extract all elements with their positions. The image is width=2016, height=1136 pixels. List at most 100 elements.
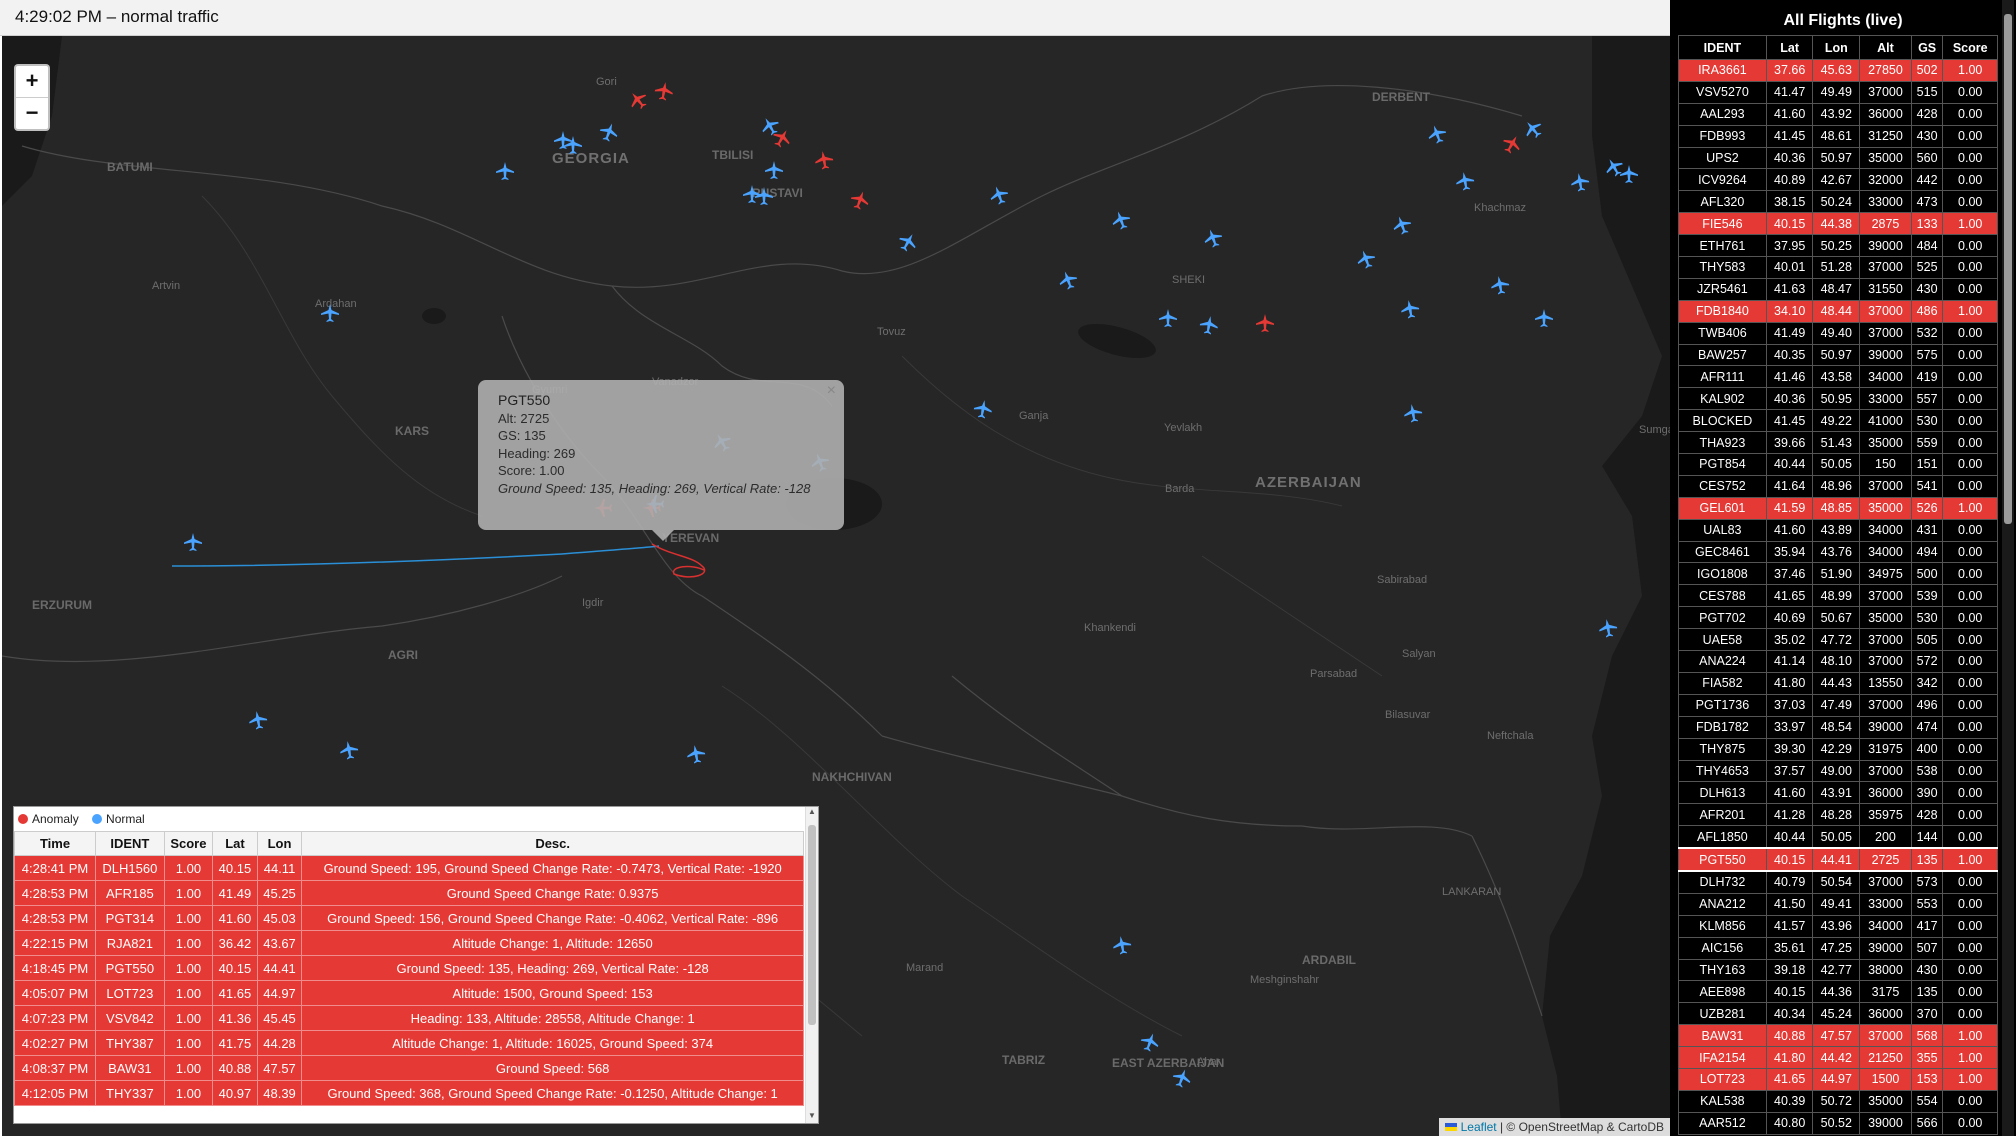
flight-row[interactable]: KAL902 40.36 50.95 33000 557 0.00 bbox=[1678, 387, 1998, 411]
aircraft-icon[interactable] bbox=[1398, 297, 1421, 320]
aircraft-icon[interactable] bbox=[1619, 164, 1639, 184]
popup-close-button[interactable]: × bbox=[827, 382, 836, 400]
flight-row[interactable]: ANA224 41.14 48.10 37000 572 0.00 bbox=[1678, 650, 1998, 673]
flight-row[interactable]: CES788 41.65 48.99 37000 539 0.00 bbox=[1678, 584, 1998, 608]
anomaly-scroll-thumb[interactable] bbox=[808, 825, 816, 1025]
flight-row[interactable]: AAL293 41.60 43.92 36000 428 0.00 bbox=[1678, 102, 1998, 126]
aircraft-icon[interactable] bbox=[684, 742, 707, 765]
aircraft-icon[interactable] bbox=[563, 135, 583, 155]
anomaly-aircraft-icon[interactable] bbox=[1255, 313, 1275, 333]
aircraft-icon[interactable] bbox=[971, 397, 994, 420]
flights-col-header[interactable]: IDENT bbox=[1678, 35, 1767, 60]
anomaly-row[interactable]: 4:28:53 PM AFR185 1.00 41.49 45.25 Ground Spe… bbox=[14, 880, 804, 906]
aircraft-icon[interactable] bbox=[754, 186, 774, 206]
flight-row[interactable]: UZB281 40.34 45.24 36000 370 0.00 bbox=[1678, 1002, 1998, 1026]
anomaly-row[interactable]: 4:28:53 PM PGT314 1.00 41.60 45.03 Ground Spe… bbox=[14, 905, 804, 931]
flight-row[interactable]: FIA582 41.80 44.43 13550 342 0.00 bbox=[1678, 671, 1998, 695]
aircraft-icon[interactable] bbox=[1110, 933, 1133, 956]
anomaly-row[interactable]: 4:22:15 PM RJA821 1.00 36.42 43.67 Altitude C… bbox=[14, 930, 804, 956]
flight-row[interactable]: IRA3661 37.66 45.63 27850 502 1.00 bbox=[1678, 59, 1998, 82]
scroll-up-icon[interactable]: ▲ bbox=[806, 807, 818, 819]
flight-row[interactable]: AEE898 40.15 44.36 3175 135 0.00 bbox=[1678, 980, 1998, 1004]
flight-row[interactable]: FDB1782 33.97 48.54 39000 474 0.00 bbox=[1678, 715, 1998, 739]
flight-row[interactable]: THY583 40.01 51.28 37000 525 0.00 bbox=[1678, 256, 1998, 279]
aircraft-icon[interactable] bbox=[1197, 313, 1220, 336]
flight-row[interactable]: TWB406 41.49 49.40 37000 532 0.00 bbox=[1678, 321, 1998, 345]
flight-row[interactable]: PGT1736 37.03 47.49 37000 496 0.00 bbox=[1678, 693, 1998, 717]
flights-scroll-thumb[interactable] bbox=[2004, 14, 2012, 524]
anomaly-row[interactable]: 4:08:37 PM BAW31 1.00 40.88 47.57 Ground Spee… bbox=[14, 1055, 804, 1081]
scroll-down-icon[interactable]: ▼ bbox=[806, 1111, 818, 1123]
anomaly-row[interactable]: 4:28:41 PM DLH1560 1.00 40.15 44.11 Ground Sp… bbox=[14, 855, 804, 881]
flight-row[interactable]: VSV5270 41.47 49.49 37000 515 0.00 bbox=[1678, 80, 1998, 104]
flight-row[interactable]: AFL1850 40.44 50.05 200 144 0.00 bbox=[1678, 825, 1998, 849]
aircraft-icon[interactable] bbox=[495, 161, 515, 181]
aircraft-icon[interactable] bbox=[246, 708, 269, 731]
aircraft-icon[interactable] bbox=[1158, 308, 1178, 328]
flight-row[interactable]: BAW31 40.88 47.57 37000 568 1.00 bbox=[1678, 1024, 1998, 1048]
anomaly-aircraft-icon[interactable] bbox=[812, 148, 835, 171]
flight-row[interactable]: PGT550 40.15 44.41 2725 135 1.00 bbox=[1678, 847, 1998, 872]
aircraft-icon[interactable] bbox=[183, 532, 203, 552]
flight-row[interactable]: THY875 39.30 42.29 31975 400 0.00 bbox=[1678, 737, 1998, 761]
flight-row[interactable]: DLH613 41.60 43.91 36000 390 0.00 bbox=[1678, 781, 1998, 805]
aircraft-icon[interactable] bbox=[1453, 169, 1476, 192]
flight-row[interactable]: AFR111 41.46 43.58 34000 419 0.00 bbox=[1678, 365, 1998, 389]
zoom-control[interactable]: + − bbox=[14, 64, 50, 131]
flight-row[interactable]: IFA2154 41.80 44.42 21250 355 1.00 bbox=[1678, 1046, 1998, 1069]
zoom-in-button[interactable]: + bbox=[16, 66, 48, 97]
flights-col-header[interactable]: Lat bbox=[1765, 35, 1814, 60]
anomaly-row[interactable]: 4:07:23 PM VSV842 1.00 41.36 45.45 Heading: 1… bbox=[14, 1005, 804, 1031]
flight-row[interactable]: THY163 39.18 42.77 38000 430 0.00 bbox=[1678, 958, 1998, 982]
anomaly-aircraft-icon[interactable] bbox=[652, 79, 675, 102]
anomaly-table-container[interactable]: Time IDENT Score Lat Lon Desc. 4:28:41 PM DLH1… bbox=[14, 831, 804, 1123]
aircraft-icon[interactable] bbox=[320, 303, 340, 323]
flight-row[interactable]: KLM856 41.57 43.96 34000 417 0.00 bbox=[1678, 914, 1998, 938]
flight-row[interactable]: KAL538 40.39 50.72 35000 554 0.00 bbox=[1678, 1089, 1998, 1113]
flight-row[interactable]: THA923 39.66 51.43 35000 559 0.00 bbox=[1678, 431, 1998, 455]
flight-row[interactable]: AIC156 35.61 47.25 39000 507 0.00 bbox=[1678, 936, 1998, 960]
aircraft-icon[interactable] bbox=[1401, 401, 1424, 424]
zoom-out-button[interactable]: − bbox=[16, 97, 48, 129]
flight-row[interactable]: UPS2 40.36 50.97 35000 560 0.00 bbox=[1678, 146, 1998, 170]
flight-row[interactable]: AFR201 41.28 48.28 35975 428 0.00 bbox=[1678, 803, 1998, 827]
flight-row[interactable]: ICV9264 40.89 42.67 32000 442 0.00 bbox=[1678, 168, 1998, 192]
aircraft-icon[interactable] bbox=[1568, 170, 1591, 193]
flight-row[interactable]: CES752 41.64 48.96 37000 541 0.00 bbox=[1678, 474, 1998, 498]
anomaly-scrollbar[interactable]: ▲ ▼ bbox=[805, 807, 818, 1123]
flight-row[interactable]: BAW257 40.35 50.97 39000 575 0.00 bbox=[1678, 343, 1998, 367]
flight-row[interactable]: UAE58 35.02 47.72 37000 505 0.00 bbox=[1678, 628, 1998, 652]
flight-row[interactable]: ANA212 41.50 49.41 33000 553 0.00 bbox=[1678, 892, 1998, 916]
flight-row[interactable]: IGO1808 37.46 51.90 34975 500 0.00 bbox=[1678, 562, 1998, 586]
flight-row[interactable]: FDB1840 34.10 48.44 37000 486 1.00 bbox=[1678, 299, 1998, 323]
anomaly-row[interactable]: 4:05:07 PM LOT723 1.00 41.65 44.97 Altitude: … bbox=[14, 980, 804, 1006]
flight-row[interactable]: LOT723 41.65 44.97 1500 153 1.00 bbox=[1678, 1067, 1998, 1091]
anomaly-row[interactable]: 4:18:45 PM PGT550 1.00 40.15 44.41 Ground Spe… bbox=[14, 955, 804, 981]
flight-row[interactable]: BLOCKED 41.45 49.22 41000 530 0.00 bbox=[1678, 409, 1998, 433]
flights-col-header[interactable]: Alt bbox=[1859, 35, 1912, 60]
flights-col-header[interactable]: Score bbox=[1942, 35, 1998, 60]
flight-row[interactable]: JZR5461 41.63 48.47 31550 430 0.00 bbox=[1678, 277, 1998, 301]
flight-row[interactable]: AAR512 40.80 50.52 39000 566 0.00 bbox=[1678, 1111, 1998, 1135]
aircraft-icon[interactable] bbox=[1596, 616, 1619, 639]
flight-row[interactable]: ETH761 37.95 50.25 39000 484 0.00 bbox=[1678, 234, 1998, 258]
flight-row[interactable]: DLH732 40.79 50.54 37000 573 0.00 bbox=[1678, 870, 1998, 894]
aircraft-icon[interactable] bbox=[764, 160, 784, 180]
leaflet-link[interactable]: Leaflet bbox=[1461, 1120, 1497, 1134]
flight-row[interactable]: FIE546 40.15 44.38 2875 133 1.00 bbox=[1678, 212, 1998, 236]
flights-col-header[interactable]: GS bbox=[1910, 35, 1944, 60]
flight-row[interactable]: FDB993 41.45 48.61 31250 430 0.00 bbox=[1678, 124, 1998, 148]
flights-col-header[interactable]: Lon bbox=[1812, 35, 1861, 60]
aircraft-icon[interactable] bbox=[337, 738, 360, 761]
anomaly-row[interactable]: 4:02:27 PM THY387 1.00 41.75 44.28 Altitude C… bbox=[14, 1030, 804, 1056]
flight-row[interactable]: GEL601 41.59 48.85 35000 526 1.00 bbox=[1678, 496, 1998, 520]
flight-row[interactable]: AFL320 38.15 50.24 33000 473 0.00 bbox=[1678, 190, 1998, 214]
flight-row[interactable]: THY4653 37.57 49.00 37000 538 0.00 bbox=[1678, 759, 1998, 783]
flights-scrollbar[interactable] bbox=[2002, 0, 2014, 1136]
anomaly-row[interactable]: 4:12:05 PM THY337 1.00 40.97 48.39 Ground Spe… bbox=[14, 1080, 804, 1106]
flight-row[interactable]: PGT702 40.69 50.67 35000 530 0.00 bbox=[1678, 606, 1998, 630]
flight-row[interactable]: GEC8461 35.94 43.76 34000 494 0.00 bbox=[1678, 540, 1998, 564]
flight-row[interactable]: PGT854 40.44 50.05 150 151 0.00 bbox=[1678, 453, 1998, 476]
aircraft-icon[interactable] bbox=[1534, 308, 1554, 328]
flight-row[interactable]: UAL83 41.60 43.89 34000 431 0.00 bbox=[1678, 518, 1998, 542]
